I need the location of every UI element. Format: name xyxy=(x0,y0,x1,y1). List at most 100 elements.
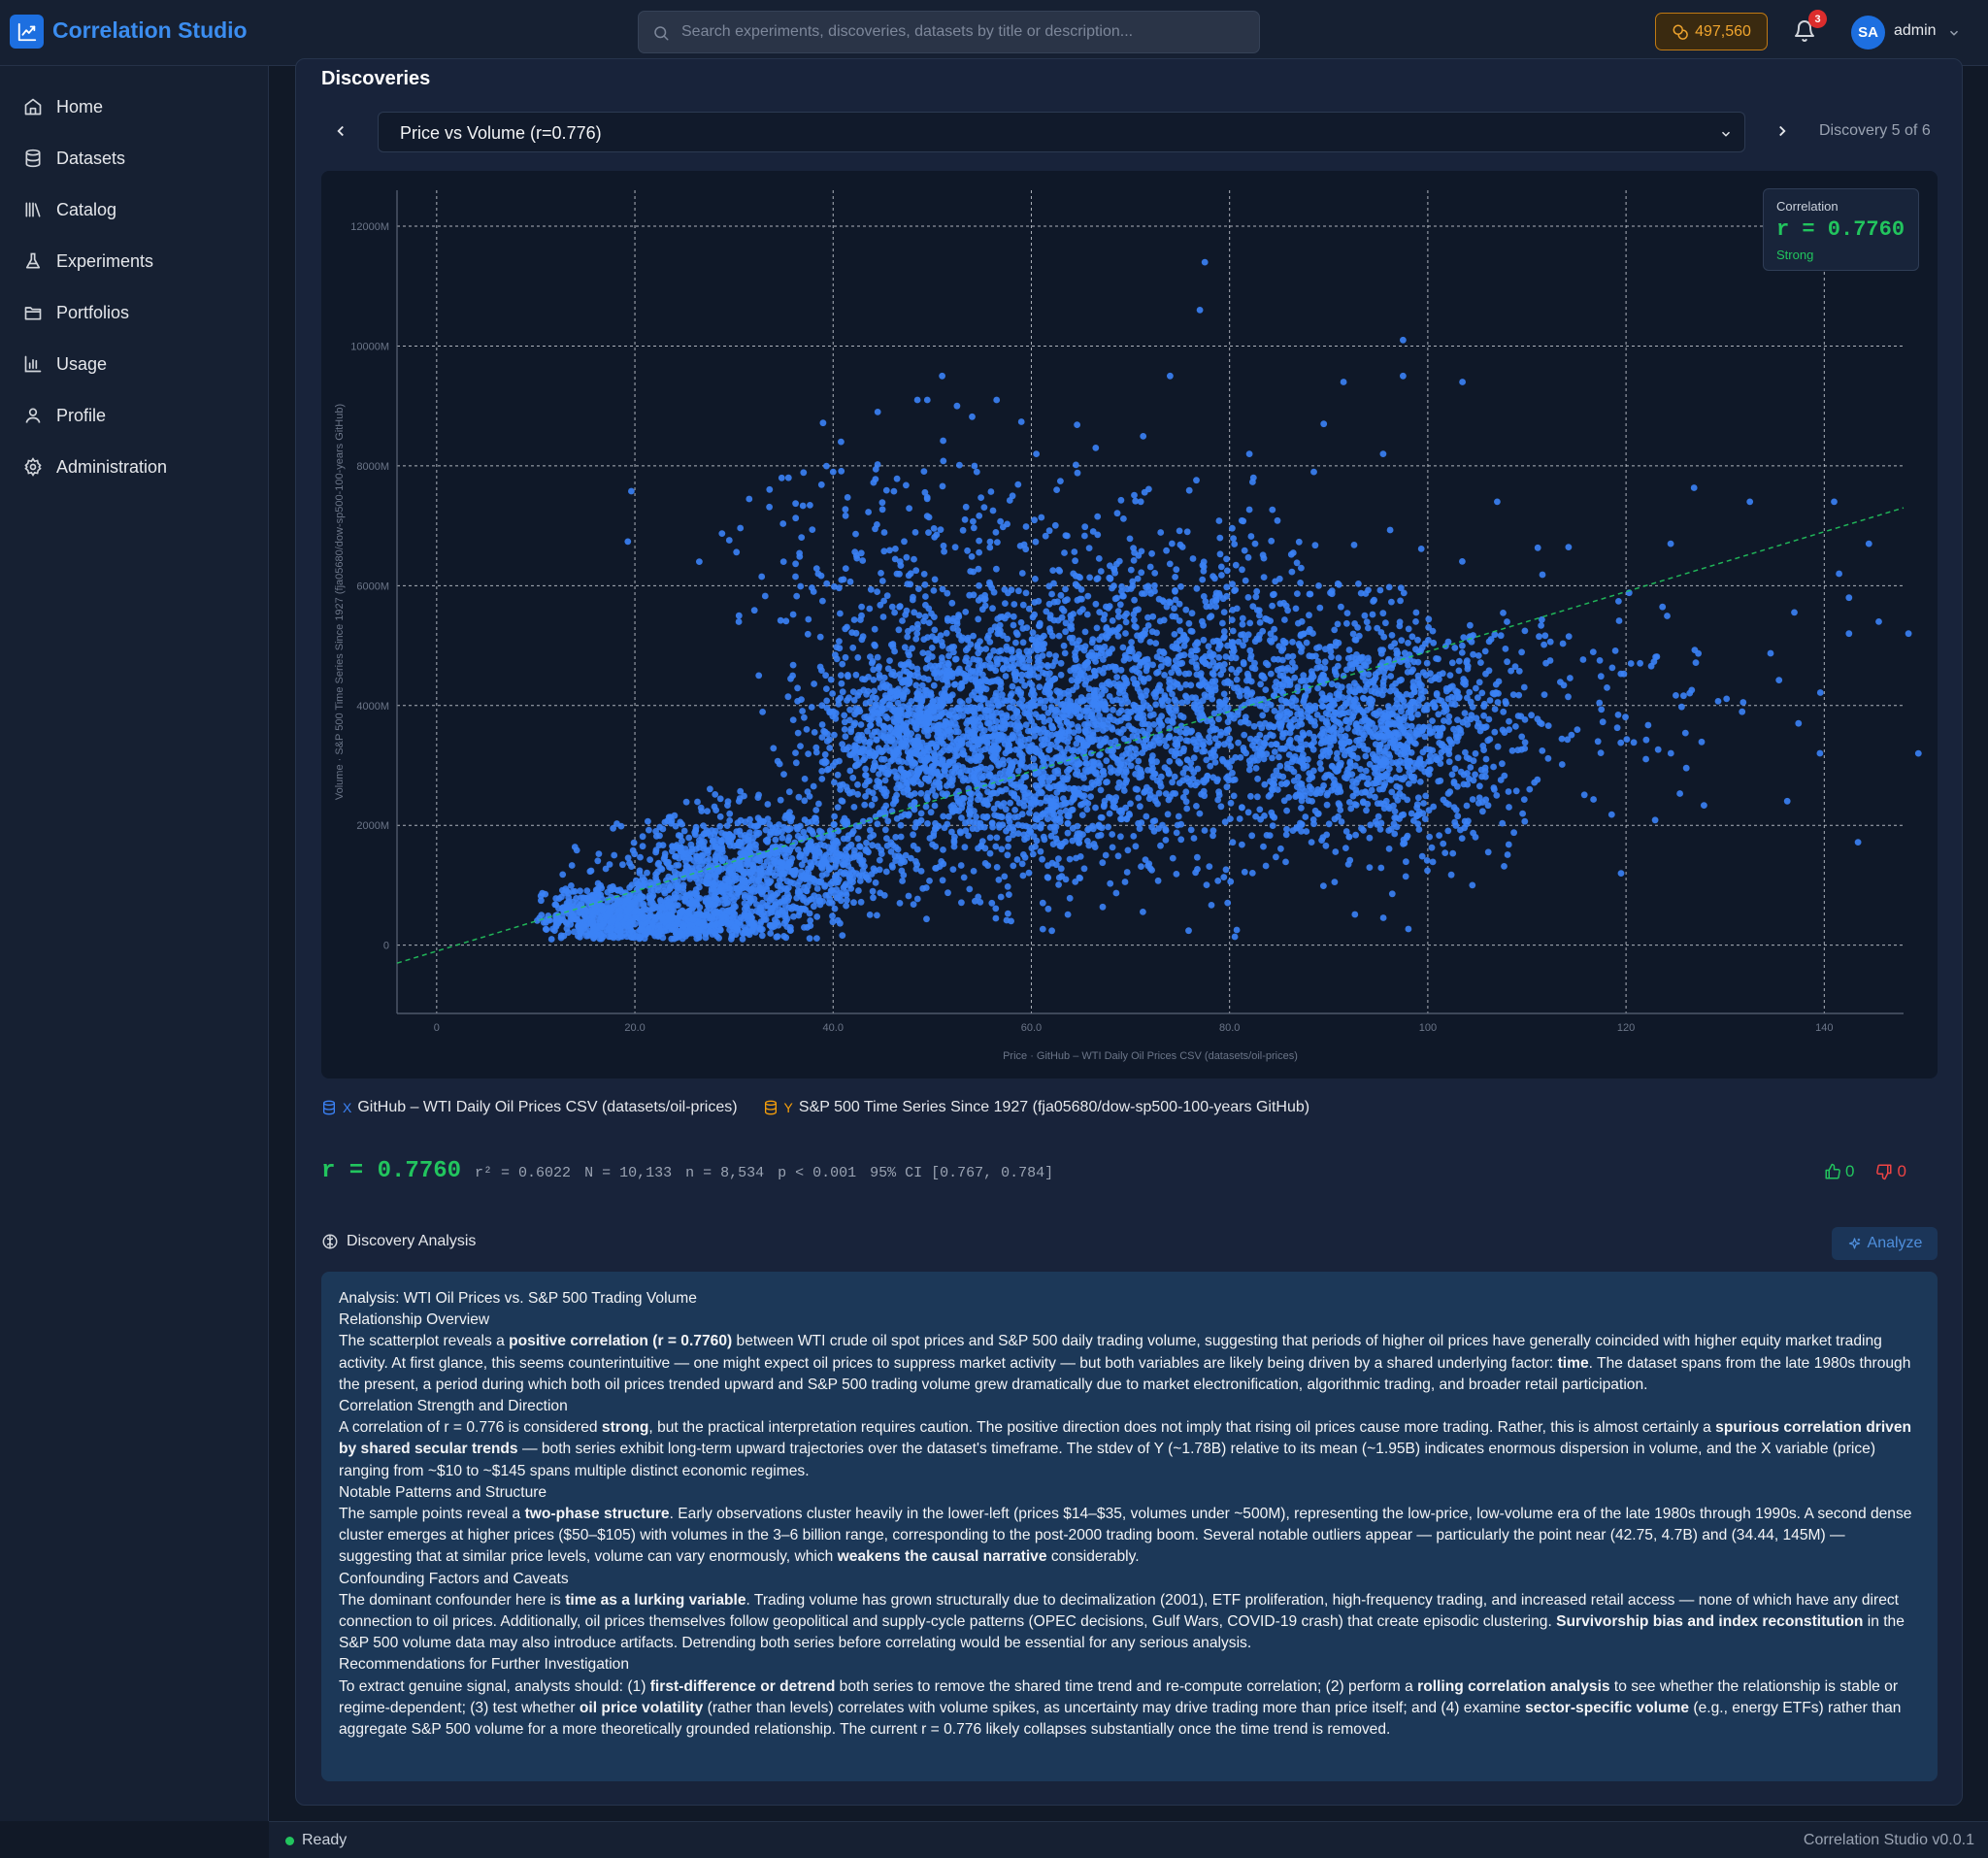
search-input[interactable] xyxy=(681,12,1244,52)
scatter-point xyxy=(990,805,998,813)
scatter-point xyxy=(735,842,743,849)
scatter-point xyxy=(598,935,606,943)
scatter-point xyxy=(808,704,815,711)
scatter-point xyxy=(702,929,710,937)
scatter-point xyxy=(932,843,940,850)
scatter-point xyxy=(1025,657,1033,664)
scatter-point xyxy=(888,603,896,611)
scatter-point xyxy=(1076,874,1083,881)
scatter-point xyxy=(1120,787,1128,794)
scatter-point xyxy=(922,722,930,730)
top-bar: Correlation Studio 497,560 3 SA admin xyxy=(0,0,1988,66)
scatter-point xyxy=(726,842,734,849)
previous-discovery-button[interactable] xyxy=(328,118,353,144)
scatter-point xyxy=(1032,745,1040,752)
scatter-point xyxy=(936,863,944,870)
scatter-point xyxy=(728,929,736,937)
scatter-point xyxy=(909,645,915,652)
scatter-point xyxy=(1069,634,1077,642)
scatter-point xyxy=(568,911,576,917)
scatter-point xyxy=(967,757,975,764)
scatter-point xyxy=(1231,933,1239,941)
sidebar-item-usage[interactable]: Usage xyxy=(0,343,269,385)
scatter-point xyxy=(1178,544,1186,550)
scatter-point xyxy=(867,716,875,723)
scatter-point xyxy=(675,844,682,851)
app-logo[interactable] xyxy=(10,15,44,49)
scatter-point xyxy=(905,892,912,900)
sidebar-item-datasets[interactable]: Datasets xyxy=(0,137,269,180)
scatter-point xyxy=(707,785,713,793)
scatter-point xyxy=(1217,803,1225,811)
sidebar-item-label: Catalog xyxy=(56,200,117,219)
scatter-point xyxy=(957,829,964,837)
scatter-point xyxy=(883,714,891,722)
scatter-point xyxy=(622,897,630,905)
scatter-point xyxy=(1044,815,1051,822)
scatter-point xyxy=(874,912,880,919)
scatter-point xyxy=(967,810,974,817)
scatter-point xyxy=(1078,812,1086,818)
scatter-point xyxy=(1039,855,1045,863)
scatter-point xyxy=(1109,844,1116,851)
scatter-point xyxy=(1241,731,1248,739)
scatter-point xyxy=(829,690,836,697)
scatter-point xyxy=(875,665,882,673)
scatter-point xyxy=(586,868,594,876)
scatter-point xyxy=(705,846,712,854)
scatter-point xyxy=(927,703,935,711)
username[interactable]: admin xyxy=(1894,22,1937,40)
scatter-point xyxy=(1013,709,1021,715)
scatter-point xyxy=(829,850,837,858)
scatter-point xyxy=(1387,673,1395,680)
scatter-point xyxy=(1202,652,1209,660)
scatter-point xyxy=(917,868,925,875)
scatter-point xyxy=(849,774,857,781)
scatter-point xyxy=(626,918,634,926)
scatter-point xyxy=(1365,624,1372,632)
scatter-point xyxy=(652,848,659,856)
sidebar-item-experiments[interactable]: Experiments xyxy=(0,240,269,282)
scatter-point xyxy=(881,777,889,784)
search-bar[interactable] xyxy=(638,11,1260,53)
scatter-point xyxy=(839,853,846,861)
scatter-point xyxy=(1105,823,1111,831)
scatter-point xyxy=(789,661,797,669)
scatter-point xyxy=(1104,779,1110,785)
scatter-point xyxy=(977,773,985,780)
scatter-point xyxy=(952,790,960,798)
scatter-point xyxy=(923,691,931,699)
scatter-point xyxy=(1175,758,1182,765)
scatter-point xyxy=(1151,581,1158,589)
scatter-point xyxy=(868,659,876,667)
sidebar-item-portfolios[interactable]: Portfolios xyxy=(0,291,269,334)
scatter-point xyxy=(977,747,984,754)
scatter-point xyxy=(1254,775,1261,782)
scatter-point xyxy=(704,808,711,814)
sidebar-item-home[interactable]: Home xyxy=(0,85,269,128)
scatter-point xyxy=(806,935,813,943)
next-discovery-button[interactable] xyxy=(1770,118,1795,144)
scatter-point xyxy=(920,747,928,755)
chevron-down-icon[interactable] xyxy=(1947,26,1961,40)
credits-badge[interactable]: 497,560 xyxy=(1655,13,1768,50)
sidebar-item-administration[interactable]: Administration xyxy=(0,446,269,488)
scatter-point xyxy=(913,690,921,698)
scatter-point xyxy=(682,798,690,806)
discovery-select[interactable]: Price vs Volume (r=0.776) xyxy=(378,112,1745,152)
scatter-point xyxy=(966,804,974,812)
avatar[interactable]: SA xyxy=(1851,16,1885,50)
scatter-point xyxy=(1289,639,1296,646)
scatter-point xyxy=(688,846,696,852)
sidebar-item-catalog[interactable]: Catalog xyxy=(0,188,269,231)
app-title[interactable]: Correlation Studio xyxy=(52,17,248,44)
scatter-point xyxy=(841,712,848,719)
scatter-point xyxy=(977,638,983,645)
scatter-point xyxy=(754,855,762,863)
sidebar-item-profile[interactable]: Profile xyxy=(0,394,269,437)
scatter-point xyxy=(762,826,770,834)
scatter-point xyxy=(986,795,993,803)
scatter-point xyxy=(655,859,662,867)
scatter-point xyxy=(1132,785,1140,793)
scatter-point xyxy=(1009,762,1016,770)
